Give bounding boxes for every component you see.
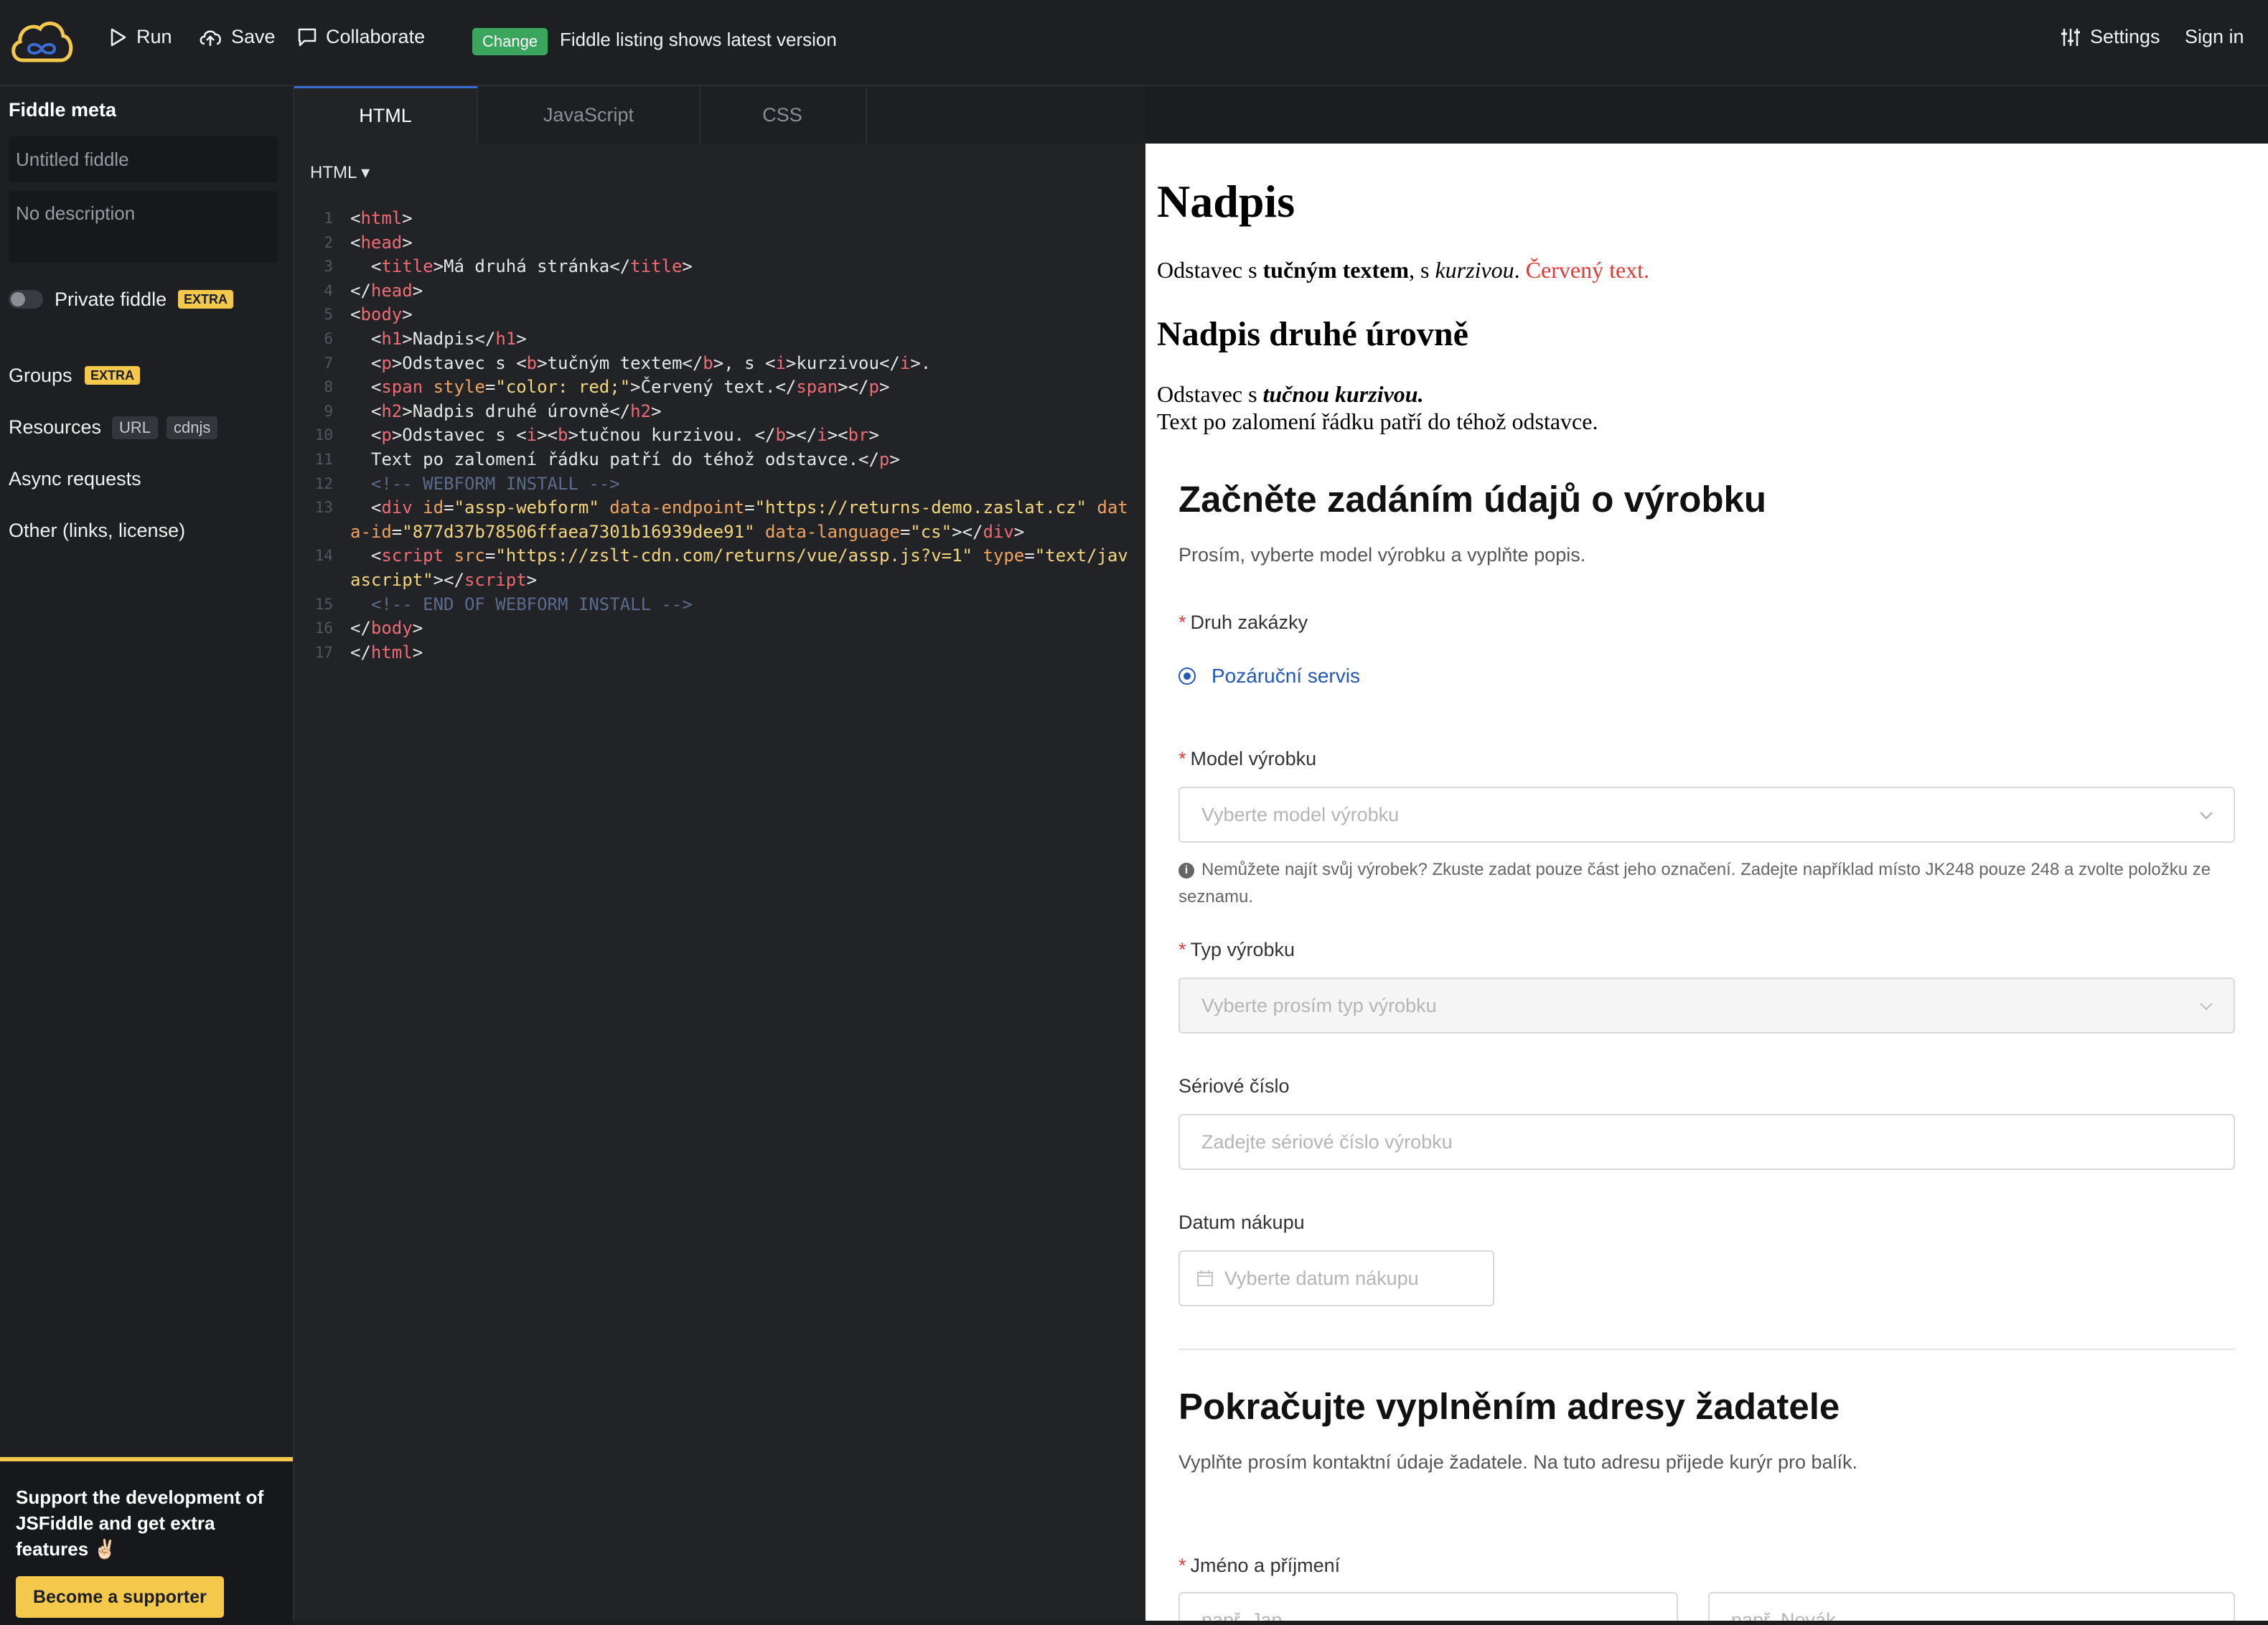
logo-cloud-icon[interactable]	[7, 16, 76, 66]
result-heading-2: Nadpis druhé úrovně	[1157, 315, 1468, 353]
section-product-title: Začněte zadáním údajů o výrobku	[1178, 479, 1767, 520]
code-line: 2 <head>	[324, 232, 413, 253]
code-line: 6 <h1>Nadpis</h1>	[324, 328, 527, 349]
code-line: 10 <p>Odstavec s <i><b>tučnou kurzivou. …	[314, 425, 879, 446]
first-name-input[interactable]: např. Jan	[1178, 1592, 1678, 1621]
result-heading-1: Nadpis	[1157, 176, 1295, 227]
last-name-input[interactable]: např. Novák	[1708, 1592, 2235, 1621]
resources-url-tag[interactable]: URL	[112, 416, 159, 439]
other-links-link[interactable]: Other (links, license)	[9, 520, 185, 542]
tab-css[interactable]: CSS	[699, 86, 867, 144]
code-line: 11 Text po zalomení řádku patří do téhož…	[314, 449, 900, 469]
section-product-subtitle: Prosím, vyberte model výrobku a vyplňte …	[1178, 544, 1586, 566]
tab-html[interactable]: HTML	[294, 86, 478, 144]
code-line: 9 <h2>Nadpis druhé úrovně</h2>	[324, 401, 662, 421]
change-text: Fiddle listing shows latest version	[560, 29, 837, 50]
private-extra-tag: EXTRA	[178, 290, 234, 309]
result-pane: Nadpis Odstavec s tučným textem, s kurzi…	[1145, 144, 2268, 1621]
chevron-down-icon	[2200, 1003, 2213, 1011]
model-label: * Model výrobku	[1178, 748, 1317, 769]
groups-extra-tag: EXTRA	[85, 366, 141, 385]
fiddle-meta-title: Fiddle meta	[9, 99, 117, 121]
code-line: 4 </head>	[324, 280, 423, 301]
run-button[interactable]: Run	[109, 26, 172, 48]
code-line: 17 </html>	[314, 642, 423, 662]
play-icon	[111, 28, 126, 46]
settings-label: Settings	[2090, 26, 2160, 47]
caret-down-icon: ▾	[361, 163, 370, 182]
order-type-label: * Druh zakázky	[1178, 612, 1308, 633]
type-select[interactable]: Vyberte prosím typ výrobku	[1178, 978, 2235, 1034]
chat-icon	[298, 28, 317, 46]
calendar-icon	[1197, 1270, 1213, 1286]
chevron-down-icon	[2200, 812, 2213, 820]
code-line: 14 <script src="https://zslt-cdn.com/ret…	[314, 545, 1128, 590]
radio-selected-icon	[1178, 668, 1196, 685]
change-badge: Change	[472, 28, 548, 55]
code-line: 15 <!-- END OF WEBFORM INSTALL -->	[314, 594, 693, 614]
code-line: 3 <title>Má druhá stránka</title>	[324, 256, 693, 277]
code-editor[interactable]: HTML ▾ 1 <html> 2 <head> 3 <title>Má druhá…	[294, 144, 1145, 1621]
code-line: 12 <!-- WEBFORM INSTALL -->	[314, 473, 620, 494]
cloud-upload-icon	[200, 30, 221, 46]
collaborate-button[interactable]: Collaborate	[297, 26, 425, 48]
save-button[interactable]: Save	[198, 26, 276, 48]
async-requests-link[interactable]: Async requests	[9, 468, 141, 490]
result-paragraph-2: Odstavec s tučnou kurzivou. Text po zalom…	[1157, 381, 1598, 434]
name-label: * Jméno a příjmení	[1178, 1555, 1341, 1576]
language-label: HTML	[310, 163, 357, 182]
fiddle-title-input[interactable]: Untitled fiddle	[9, 136, 278, 182]
top-bar: Run Save Collaborate Change Fiddle listi…	[0, 0, 2268, 86]
code-line: 5 <body>	[324, 304, 413, 325]
code-line: 13 <div id="assp-webform" data-endpoint=…	[314, 497, 1128, 542]
sidebar: Fiddle meta Untitled fiddle No descripti…	[0, 86, 294, 1625]
become-supporter-button[interactable]: Become a supporter	[16, 1576, 224, 1618]
fiddle-description-input[interactable]: No description	[9, 191, 278, 263]
type-label: * Typ výrobku	[1178, 939, 1295, 960]
result-paragraph-1: Odstavec s tučným textem, s kurzivou. Če…	[1157, 257, 1650, 283]
private-fiddle-toggle[interactable]	[9, 290, 43, 309]
resources-cdnjs-tag[interactable]: cdnjs	[167, 416, 218, 439]
code-line: 1 <html>	[324, 208, 413, 228]
model-select[interactable]: Vyberte model výrobku	[1178, 787, 2235, 843]
support-banner: Support the development of JSFiddle and …	[0, 1457, 293, 1625]
collaborate-label: Collaborate	[326, 26, 426, 47]
run-label: Run	[136, 26, 172, 47]
info-icon: i	[1178, 862, 1194, 879]
code-line: 16 </body>	[314, 618, 423, 639]
serial-label: Sériové číslo	[1178, 1075, 1290, 1097]
code-line: 7 <p>Odstavec s <b>tučným textem</b>, s …	[324, 352, 932, 373]
code-line: 8 <span style="color: red;">Červený text…	[324, 377, 890, 398]
support-text: Support the development of JSFiddle and …	[16, 1486, 264, 1560]
groups-link[interactable]: Groups	[9, 365, 72, 387]
section-address-title: Pokračujte vyplněním adresy žadatele	[1178, 1386, 1840, 1427]
section-divider	[1178, 1349, 2235, 1350]
date-picker[interactable]: Vyberte datum nákupu	[1178, 1250, 1494, 1306]
date-label: Datum nákupu	[1178, 1212, 1305, 1233]
private-fiddle-label: Private fiddle	[55, 289, 167, 310]
model-help-text: i Nemůžete najít svůj výrobek? Zkuste zad…	[1178, 860, 2211, 907]
sign-in-link[interactable]: Sign in	[2185, 26, 2244, 48]
language-select[interactable]: HTML ▾	[310, 162, 370, 183]
tab-javascript[interactable]: JavaScript	[478, 86, 700, 144]
order-type-radio[interactable]: Pozáruční servis	[1178, 665, 1360, 688]
settings-button[interactable]: Settings	[2060, 26, 2160, 48]
order-type-option: Pozáruční servis	[1212, 665, 1360, 687]
save-label: Save	[231, 26, 276, 47]
code-area[interactable]: 1 <html> 2 <head> 3 <title>Má druhá stránk…	[294, 207, 1145, 665]
sliders-icon	[2061, 28, 2080, 46]
sign-in-label: Sign in	[2185, 26, 2244, 47]
resources-link[interactable]: Resources	[9, 416, 101, 439]
section-address-subtitle: Vyplňte prosím kontaktní údaje žadatele.…	[1178, 1451, 1858, 1473]
serial-input[interactable]: Zadejte sériové číslo výrobku	[1178, 1114, 2235, 1170]
editor-tabs: HTML JavaScript CSS	[294, 86, 1145, 144]
